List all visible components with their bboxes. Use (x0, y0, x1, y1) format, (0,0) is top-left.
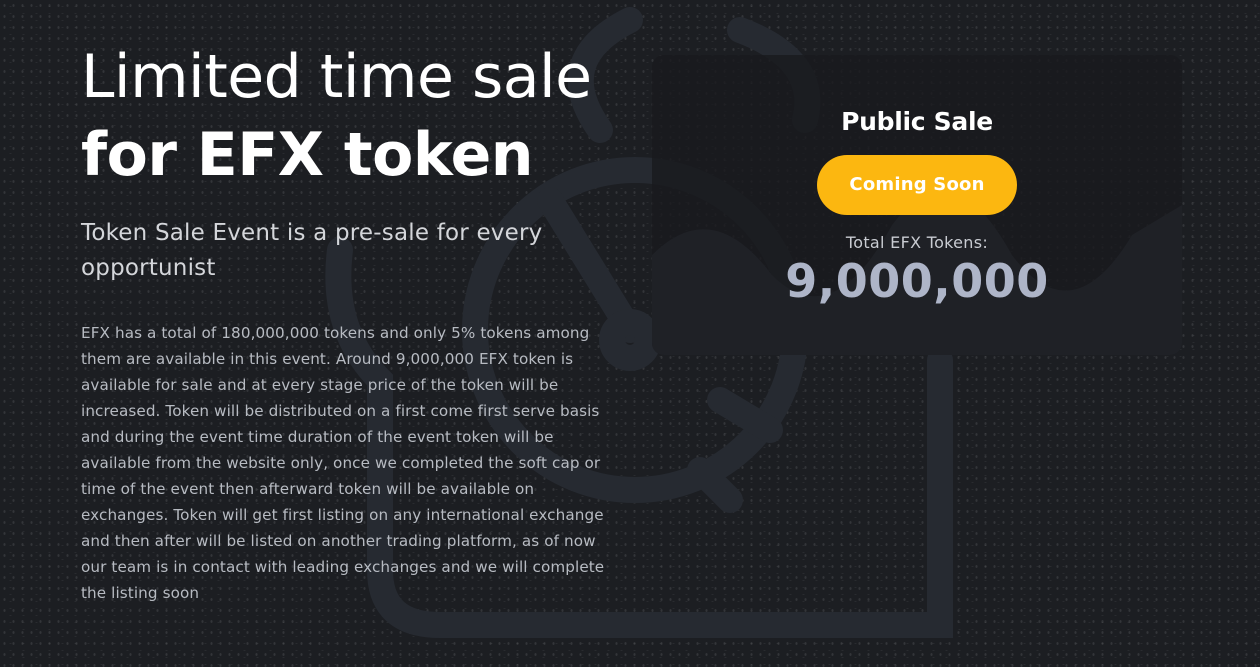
hero-section: Limited time sale for EFX token Token Sa… (81, 38, 621, 606)
total-tokens-value: 9,000,000 (785, 254, 1049, 308)
hero-description: EFX has a total of 180,000,000 tokens an… (81, 324, 605, 602)
coming-soon-button[interactable]: Coming Soon (817, 155, 1017, 215)
headline-line-2: for EFX token (81, 120, 534, 190)
page-title: Limited time sale for EFX token (81, 38, 621, 194)
headline-line-1: Limited time sale (81, 42, 592, 112)
total-tokens-label: Total EFX Tokens: (845, 233, 989, 252)
hero-subtitle: Token Sale Event is a pre-sale for every… (81, 220, 543, 281)
sale-title: Public Sale (841, 107, 993, 136)
public-sale-card: Public Sale Coming Soon Total EFX Tokens… (652, 55, 1182, 355)
